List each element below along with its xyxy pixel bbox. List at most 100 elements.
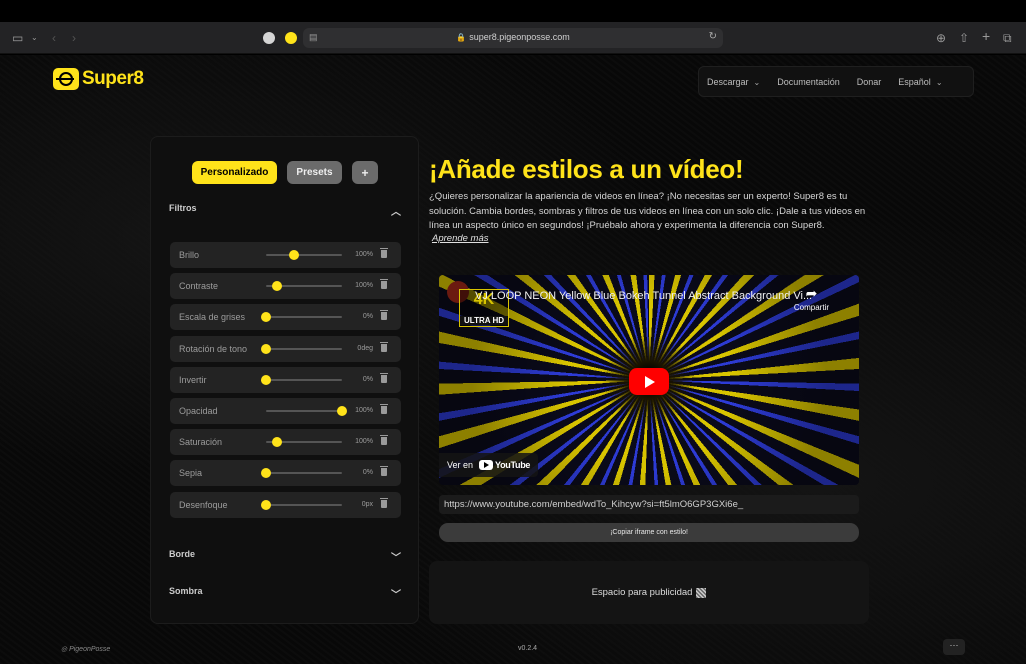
filter-value: 100% — [355, 406, 373, 414]
chevron-up-icon: ︿ — [391, 207, 401, 218]
filter-value: 0% — [362, 313, 373, 321]
slider-thumb[interactable] — [272, 281, 283, 292]
sidebar-icon[interactable]: ▭ — [12, 31, 23, 45]
page-title: ¡Añade estilos a un vídeo! — [429, 154, 744, 184]
back-icon[interactable]: ‹ — [52, 31, 56, 45]
filter-slider[interactable] — [266, 281, 342, 292]
filter-label: Rotación de tono — [179, 343, 248, 354]
video-title[interactable]: VJ LOOP NEON Yellow Blue Bokeh Tunnel Ab… — [475, 290, 812, 302]
share-icon: ➦ — [805, 285, 818, 301]
forward-icon[interactable]: › — [72, 31, 76, 45]
chevron-down-icon[interactable]: ⌄ — [31, 31, 38, 45]
more-button[interactable]: ··· — [943, 639, 965, 655]
share-icon[interactable]: ⇧ — [959, 31, 969, 45]
filter-value: 0% — [362, 375, 373, 383]
slider-thumb[interactable] — [261, 374, 271, 385]
page: Super8 Descargar ⌄ Documentación Donar Es… — [0, 55, 1026, 664]
logo-icon — [53, 68, 79, 90]
filter-label: Opacidad — [179, 405, 218, 416]
shadow-header[interactable]: Sombra ﹀ — [169, 586, 401, 601]
filter-label: Desenfoque — [179, 499, 228, 510]
trash-icon[interactable] — [380, 279, 388, 290]
slider-thumb[interactable] — [272, 437, 283, 448]
slider-thumb[interactable] — [337, 405, 347, 416]
footer-version: v0.2.4 — [518, 645, 538, 652]
logo[interactable]: Super8 — [53, 68, 144, 90]
shadow-title: Sombra — [169, 586, 203, 596]
trash-icon[interactable] — [380, 435, 388, 446]
chevron-down-icon: ⌄ — [935, 77, 943, 87]
border-title: Borde — [169, 549, 196, 559]
filter-label: Invertir — [179, 374, 207, 385]
filter-slider[interactable] — [261, 468, 342, 479]
youtube-icon — [479, 460, 494, 470]
trash-icon[interactable] — [380, 372, 388, 383]
trash-icon[interactable] — [380, 466, 388, 477]
browser-toolbar: ▭ ⌄ ‹ › ▤ 🔒 super8.pigeonposse.com ↻ ⊕ ⇧ … — [0, 22, 1026, 54]
learn-more-link[interactable]: Aprende más — [432, 233, 489, 244]
extension-icon[interactable] — [263, 32, 275, 44]
lock-icon: 🔒 — [456, 33, 467, 42]
slider-thumb[interactable] — [261, 312, 271, 323]
address-bar[interactable]: ▤ 🔒 super8.pigeonposse.com ↻ — [303, 28, 723, 48]
trash-icon[interactable] — [380, 403, 388, 414]
slider-thumb[interactable] — [289, 250, 300, 260]
filter-value: 100% — [355, 438, 373, 446]
ad-space: Espacio para publicidad — [429, 561, 869, 624]
slider-thumb[interactable] — [261, 499, 271, 510]
border-header[interactable]: Borde ﹀ — [169, 549, 401, 564]
trash-icon[interactable] — [380, 248, 388, 258]
filter-row: Brillo 100% — [170, 242, 401, 268]
filter-row: Escala de grises 0% — [170, 304, 401, 331]
filter-value: 100% — [355, 251, 373, 258]
play-button[interactable] — [629, 368, 669, 395]
flag-icon — [696, 587, 707, 598]
trash-icon[interactable] — [380, 310, 388, 321]
embed-url-field[interactable]: https://www.youtube.com/embed/wdTo_Kihcy… — [439, 495, 859, 514]
footer-credit[interactable]: ◎ PigeonPosse — [61, 645, 110, 653]
filter-row: Rotación de tono 0deg — [170, 335, 401, 362]
filter-row: Sepia 0% — [170, 460, 401, 487]
filters-header[interactable]: Filtros ︿ — [169, 203, 401, 218]
top-nav: Descargar ⌄ Documentación Donar Español ⌄ — [698, 66, 974, 97]
add-preset-button[interactable]: + — [352, 161, 378, 184]
nav-download[interactable]: Descargar ⌄ — [707, 77, 760, 87]
filter-slider[interactable] — [261, 499, 342, 510]
tabs-overview-icon[interactable]: ⧉ — [1003, 31, 1012, 45]
filter-slider[interactable] — [266, 437, 342, 448]
filter-slider[interactable] — [261, 343, 342, 354]
nav-language[interactable]: Español ⌄ — [898, 77, 942, 87]
copy-iframe-button[interactable]: ¡Copiar iframe con estilo! — [439, 523, 859, 542]
filter-row: Desenfoque 0px — [170, 491, 401, 518]
chevron-down-icon: ⌄ — [753, 77, 761, 87]
filter-slider[interactable] — [266, 405, 347, 416]
filter-slider[interactable] — [261, 312, 342, 323]
page-description: ¿Quieres personalizar la apariencia de v… — [429, 191, 866, 231]
filter-value: 0px — [361, 500, 373, 508]
url-text: super8.pigeonposse.com — [469, 32, 570, 42]
watch-on-youtube[interactable]: Ver en YouTube — [439, 453, 539, 477]
video-embed[interactable]: 4K ULTRA HD VJ LOOP NEON Yellow Blue Bok… — [439, 275, 859, 485]
logo-text: Super8 — [82, 68, 144, 89]
reload-icon[interactable]: ↻ — [709, 31, 717, 42]
tab-custom[interactable]: Personalizado — [192, 161, 277, 184]
share-button[interactable]: ➦ Compartir — [794, 285, 829, 312]
trash-icon[interactable] — [380, 341, 388, 352]
filter-slider[interactable] — [261, 374, 342, 385]
slider-thumb[interactable] — [261, 468, 271, 479]
download-icon[interactable]: ⊕ — [936, 31, 946, 45]
trash-icon[interactable] — [380, 497, 388, 508]
filter-row: Opacidad 100% — [170, 397, 401, 424]
chevron-down-icon: ﹀ — [391, 553, 401, 564]
nav-docs[interactable]: Documentación — [777, 77, 840, 87]
slider-thumb[interactable] — [261, 343, 271, 354]
filter-row: Invertir 0% — [170, 366, 401, 393]
filter-slider[interactable] — [266, 250, 342, 260]
new-tab-icon[interactable]: + — [982, 29, 990, 43]
filter-value: 100% — [355, 282, 373, 290]
filter-label: Brillo — [179, 250, 200, 260]
top-strip — [0, 0, 1026, 22]
extension-globe-icon[interactable] — [285, 32, 297, 44]
tab-presets[interactable]: Presets — [287, 161, 342, 184]
nav-donate[interactable]: Donar — [857, 77, 882, 87]
